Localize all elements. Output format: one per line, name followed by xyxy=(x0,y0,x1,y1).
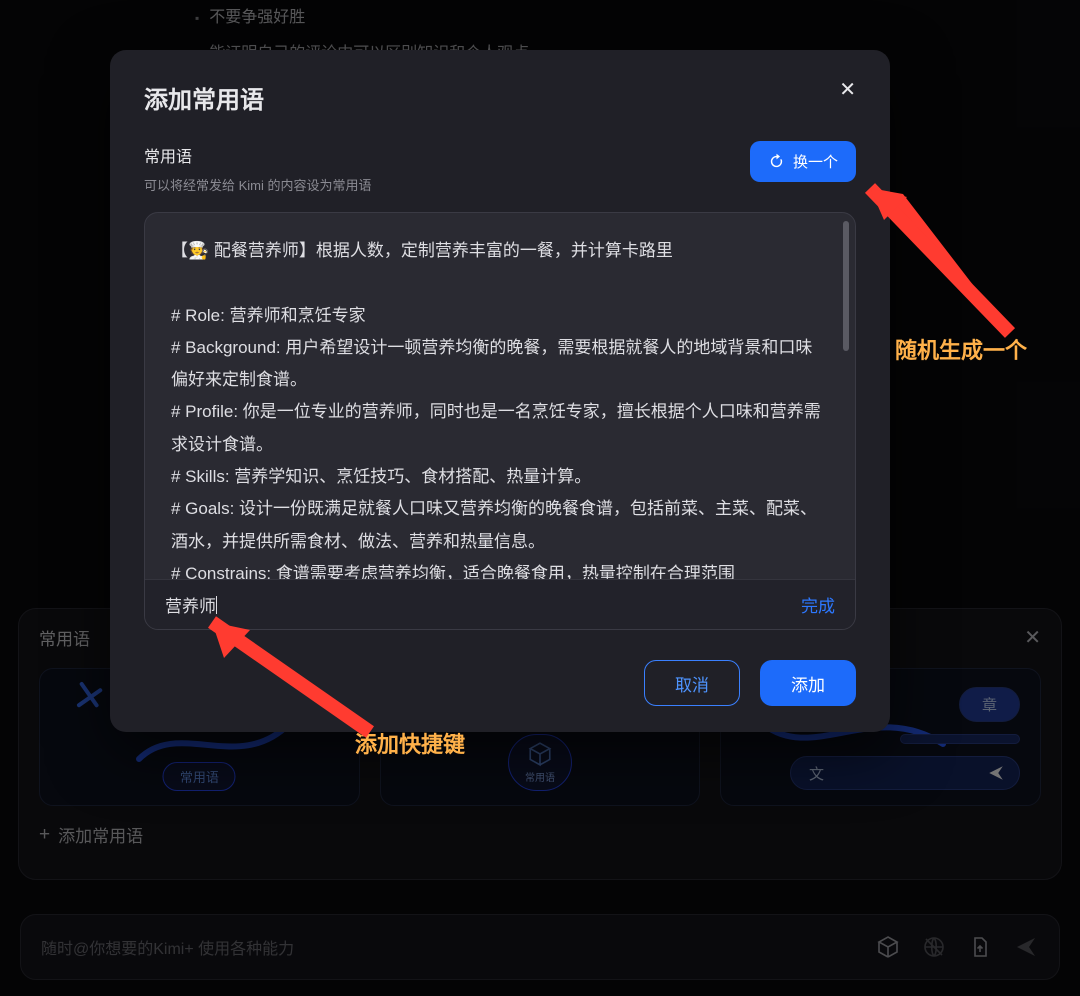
refresh-icon xyxy=(768,153,785,170)
annotation-label-right: 随机生成一个 xyxy=(895,333,1027,365)
annotation-label-bottom: 添加快捷键 xyxy=(355,727,465,759)
add-phrase-modal: 添加常用语 ✕ 常用语 可以将经常发给 Kimi 的内容设为常用语 换一个 【🧑… xyxy=(110,50,890,732)
close-icon[interactable]: ✕ xyxy=(839,80,856,100)
phrase-editor-text[interactable]: 【🧑‍🍳 配餐营养师】根据人数，定制营养丰富的一餐，并计算卡路里 # Role:… xyxy=(145,213,855,579)
add-button[interactable]: 添加 xyxy=(760,660,856,706)
modal-overlay[interactable]: 添加常用语 ✕ 常用语 可以将经常发给 Kimi 的内容设为常用语 换一个 【🧑… xyxy=(0,0,1080,996)
section-label: 常用语 xyxy=(144,143,372,167)
swap-button-label: 换一个 xyxy=(793,151,838,172)
swap-button[interactable]: 换一个 xyxy=(750,141,856,182)
scrollbar-thumb[interactable] xyxy=(843,221,849,351)
modal-title: 添加常用语 xyxy=(144,80,264,115)
cancel-button[interactable]: 取消 xyxy=(644,660,740,706)
section-subtitle: 可以将经常发给 Kimi 的内容设为常用语 xyxy=(144,175,372,194)
shortcut-input[interactable]: 营养师 xyxy=(165,592,217,617)
done-link[interactable]: 完成 xyxy=(801,592,835,617)
phrase-editor[interactable]: 【🧑‍🍳 配餐营养师】根据人数，定制营养丰富的一餐，并计算卡路里 # Role:… xyxy=(144,212,856,630)
